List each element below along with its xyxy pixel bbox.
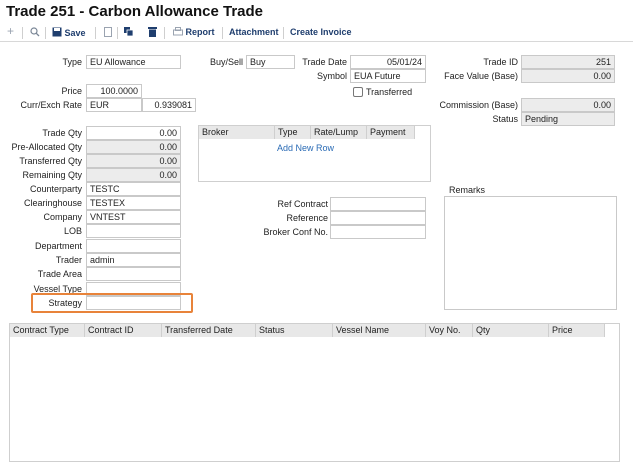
counterparty-field[interactable]: TESTC xyxy=(86,182,181,196)
price-field[interactable]: 100.0000 xyxy=(86,84,142,98)
price-column-header[interactable]: Price xyxy=(549,324,605,337)
toolbar-separator xyxy=(45,27,46,39)
toolbar-separator xyxy=(164,27,165,39)
ref-contract-field[interactable] xyxy=(330,197,426,211)
transferred-label: Transferred xyxy=(366,87,413,97)
commission-field: 0.00 xyxy=(521,98,615,112)
reference-label: Reference xyxy=(286,213,328,223)
add-icon[interactable]: + xyxy=(7,24,14,38)
clearinghouse-field[interactable]: TESTEX xyxy=(86,196,181,210)
voy-no-column-header[interactable]: Voy No. xyxy=(426,324,473,337)
remarks-textarea[interactable] xyxy=(444,196,617,310)
toolbar: + Save Report Attachment Create Invoice xyxy=(0,24,633,42)
price-label: Price xyxy=(61,86,82,96)
department-label: Department xyxy=(34,241,82,251)
attachment-button[interactable]: Attachment xyxy=(229,27,279,37)
trade-qty-field[interactable]: 0.00 xyxy=(86,126,181,140)
remarks-label: Remarks xyxy=(449,185,486,195)
contracts-grid: Contract Type Contract ID Transferred Da… xyxy=(9,323,620,462)
toolbar-separator xyxy=(22,27,23,39)
broker-conf-no-field[interactable] xyxy=(330,225,426,239)
curr-exch-label: Curr/Exch Rate xyxy=(20,100,82,110)
printer-icon xyxy=(173,27,183,36)
page-title: Trade 251 - Carbon Allowance Trade xyxy=(6,3,264,20)
vessel-name-column-header[interactable]: Vessel Name xyxy=(333,324,426,337)
face-value-label: Face Value (Base) xyxy=(444,71,518,81)
trade-id-label: Trade ID xyxy=(483,57,518,67)
remaining-qty-field: 0.00 xyxy=(86,168,181,182)
buy-sell-label: Buy/Sell xyxy=(209,57,243,67)
search-icon[interactable] xyxy=(30,27,40,39)
transferred-qty-field: 0.00 xyxy=(86,154,181,168)
payment-column-header[interactable]: Payment xyxy=(367,126,415,139)
trade-date-label: Trade Date xyxy=(302,57,347,67)
status-field: Pending xyxy=(521,112,615,126)
exchange-rate-field[interactable]: 0.939081 xyxy=(142,98,196,112)
add-new-row-link[interactable]: Add New Row xyxy=(277,143,334,153)
save-icon xyxy=(52,27,62,37)
trade-id-field: 251 xyxy=(521,55,615,69)
lob-field[interactable] xyxy=(86,224,181,238)
pre-allocated-qty-field: 0.00 xyxy=(86,140,181,154)
report-label: Report xyxy=(185,27,215,37)
ref-contract-label: Ref Contract xyxy=(277,199,328,209)
contract-id-column-header[interactable]: Contract ID xyxy=(85,324,162,337)
trader-label: Trader xyxy=(55,255,82,265)
create-invoice-button[interactable]: Create Invoice xyxy=(290,27,352,37)
toolbar-separator xyxy=(95,27,96,39)
type-column-header[interactable]: Type xyxy=(275,126,311,139)
rate-lump-column-header[interactable]: Rate/Lump xyxy=(311,126,367,139)
counterparty-label: Counterparty xyxy=(29,184,82,194)
buy-sell-field[interactable]: Buy xyxy=(246,55,295,69)
remaining-qty-label: Remaining Qty xyxy=(22,170,82,180)
toolbar-separator xyxy=(117,27,118,39)
broker-conf-no-label: Broker Conf No. xyxy=(263,227,328,237)
delete-icon[interactable] xyxy=(148,27,157,39)
trader-field[interactable]: admin xyxy=(86,253,181,267)
transferred-checkbox[interactable] xyxy=(353,87,363,97)
reference-field[interactable] xyxy=(330,211,426,225)
status-label: Status xyxy=(492,114,518,124)
clearinghouse-label: Clearinghouse xyxy=(23,198,82,208)
trade-qty-label: Trade Qty xyxy=(42,128,82,138)
trade-date-field[interactable]: 05/01/24 xyxy=(350,55,426,69)
toolbar-separator xyxy=(283,27,284,39)
save-label: Save xyxy=(64,28,86,38)
copy-icon[interactable] xyxy=(124,27,134,39)
pre-allocated-qty-label: Pre-Allocated Qty xyxy=(11,142,82,152)
transferred-date-column-header[interactable]: Transferred Date xyxy=(162,324,256,337)
toolbar-separator xyxy=(222,27,223,39)
company-field[interactable]: VNTEST xyxy=(86,210,181,224)
type-field[interactable]: EU Allowance xyxy=(86,55,181,69)
department-field[interactable] xyxy=(86,239,181,253)
currency-field[interactable]: EUR xyxy=(86,98,142,112)
document-icon[interactable] xyxy=(104,27,112,39)
save-button[interactable]: Save xyxy=(52,27,86,38)
lob-label: LOB xyxy=(63,226,82,236)
trade-area-field[interactable] xyxy=(86,267,181,281)
report-button[interactable]: Report xyxy=(173,27,215,37)
qty-column-header[interactable]: Qty xyxy=(473,324,549,337)
face-value-field: 0.00 xyxy=(521,69,615,83)
commission-label: Commission (Base) xyxy=(439,100,518,110)
broker-grid: Broker Type Rate/Lump Payment Add New Ro… xyxy=(198,125,431,182)
symbol-field[interactable]: EUA Future xyxy=(350,69,426,83)
symbol-label: Symbol xyxy=(316,71,347,81)
transferred-qty-label: Transferred Qty xyxy=(19,156,82,166)
trade-area-label: Trade Area xyxy=(37,269,82,279)
company-label: Company xyxy=(43,212,82,222)
type-label: Type xyxy=(62,57,82,67)
broker-column-header[interactable]: Broker xyxy=(199,126,275,139)
strategy-highlight xyxy=(31,293,193,313)
status-column-header[interactable]: Status xyxy=(256,324,333,337)
contract-type-column-header[interactable]: Contract Type xyxy=(10,324,85,337)
